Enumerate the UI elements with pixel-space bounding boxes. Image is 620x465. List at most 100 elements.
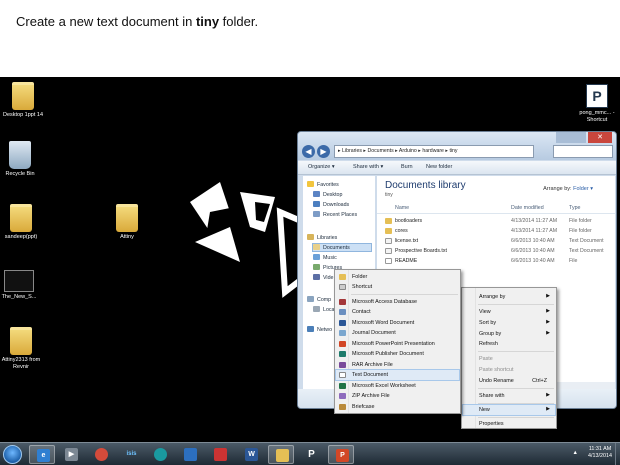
new-item-rar-archive[interactable]: RAR Archive File [336, 360, 459, 370]
menu-item-group-by[interactable]: Group by ▶ [463, 329, 555, 339]
taskbar-arduino[interactable] [147, 445, 173, 464]
desktop-icon-attiny2313[interactable]: Attiny2313 from Revnir [0, 327, 44, 370]
nav-libraries[interactable]: Libraries [307, 234, 337, 241]
new-item-briefcase[interactable]: Briefcase [336, 402, 459, 412]
videos-icon [313, 274, 320, 280]
column-divider [377, 213, 615, 214]
desktop-icon-attiny[interactable]: Attiny [104, 204, 150, 241]
breadcrumb-hardware[interactable]: hardware [422, 148, 444, 154]
title-bar[interactable]: ✕ ◀ ▶ ▸ Libraries ▸ Documents ▸ Arduino … [298, 132, 616, 160]
table-row[interactable]: bootloaders 4/13/2014 11:27 AM File fold… [377, 217, 615, 226]
address-bar[interactable]: ▸ Libraries ▸ Documents ▸ Arduino ▸ hard… [334, 145, 534, 158]
excel-icon [339, 383, 346, 389]
new-item-powerpoint[interactable]: Microsoft PowerPoint Presentation [336, 339, 459, 349]
new-item-excel-worksheet[interactable]: Microsoft Excel Worksheet [336, 381, 459, 391]
taskbar-media-player[interactable]: ▶ [58, 445, 84, 464]
share-with-button[interactable]: Share with ▾ [353, 164, 383, 170]
network-icon [307, 326, 314, 332]
new-item-publisher[interactable]: Microsoft Publisher Document [336, 349, 459, 359]
organize-button[interactable]: Organize ▾ [308, 164, 335, 170]
search-input[interactable] [553, 145, 613, 158]
menu-item-view[interactable]: View ▶ [463, 307, 555, 317]
arrange-by-value[interactable]: Folder ▾ [573, 186, 593, 192]
taskbar-ie[interactable]: e [29, 445, 55, 464]
taskbar-explorer[interactable] [268, 445, 294, 464]
menu-item-paste[interactable]: Paste [463, 354, 555, 364]
nav-recent-places[interactable]: Recent Places [313, 211, 357, 218]
min-max-buttons[interactable] [556, 132, 586, 143]
new-submenu[interactable]: Folder Shortcut Microsoft Access Databas… [334, 269, 461, 414]
nav-local-disk[interactable]: Loca [313, 306, 335, 313]
context-menu[interactable]: Arrange by ▶ View ▶ Sort by ▶ Group by ▶ Ref… [461, 287, 557, 429]
column-header-name[interactable]: Name [395, 205, 409, 211]
new-item-word-document[interactable]: Microsoft Word Document [336, 318, 459, 328]
menu-item-new[interactable]: New ▶ [462, 404, 556, 416]
taskbar: e ▶ isis W P P ▲ 11:31 AM 4/13/2014 [0, 442, 620, 465]
nav-downloads[interactable]: Downloads [313, 201, 349, 208]
desktop-icon-sandeep[interactable]: sandeep(ppt) [0, 204, 44, 241]
table-row[interactable]: license.txt 6/6/2013 10:40 AM Text Docum… [377, 237, 615, 246]
breadcrumb-arduino[interactable]: Arduino [399, 148, 417, 154]
menu-separator [478, 403, 554, 404]
show-desktop-button[interactable] [615, 443, 620, 465]
nav-videos[interactable]: Vide [313, 274, 334, 281]
table-row[interactable]: Prospective Boards.txt 6/6/2013 10:40 AM… [377, 247, 615, 256]
new-item-contact[interactable]: Contact [336, 307, 459, 317]
new-item-shortcut[interactable]: Shortcut [336, 282, 459, 292]
nav-music[interactable]: Music [313, 254, 337, 261]
burn-button[interactable]: Burn [401, 164, 413, 170]
nav-desktop[interactable]: Desktop [313, 191, 342, 198]
nav-documents[interactable]: Documents [312, 243, 372, 252]
new-item-journal-document[interactable]: Journal Document [336, 328, 459, 338]
menu-item-sort-by[interactable]: Sort by ▶ [463, 318, 555, 328]
menu-item-undo-rename[interactable]: Undo Rename Ctrl+Z [463, 376, 555, 386]
text-file-icon [385, 238, 392, 244]
taskbar-isis[interactable]: isis [118, 445, 144, 464]
menu-separator [478, 417, 554, 418]
new-item-folder[interactable]: Folder [336, 272, 459, 282]
menu-item-paste-shortcut[interactable]: Paste shortcut [463, 365, 555, 375]
media-player-icon: ▶ [65, 448, 78, 461]
table-row[interactable]: README 6/6/2013 10:40 AM File [377, 257, 615, 266]
taskbar-p-app[interactable]: P [298, 445, 324, 464]
taskbar-word[interactable]: W [238, 445, 264, 464]
new-item-text-document[interactable]: Text Document [335, 369, 460, 381]
new-item-access-database[interactable]: Microsoft Access Database [336, 297, 459, 307]
taskbar-app-blue[interactable] [177, 445, 203, 464]
arrange-by-control[interactable]: Arrange by: Folder ▾ [543, 186, 593, 192]
forward-button[interactable]: ▶ [317, 145, 330, 158]
desktop-icon-the-new-s[interactable]: The_New_S... [0, 270, 42, 301]
menu-item-refresh[interactable]: Refresh [463, 339, 555, 349]
taskbar-powerpoint[interactable]: P [328, 445, 354, 464]
menu-item-share-with[interactable]: Share with ▶ [463, 391, 555, 401]
menu-item-arrange-by[interactable]: Arrange by ▶ [463, 292, 555, 302]
back-button[interactable]: ◀ [302, 145, 315, 158]
tray-overflow-icon[interactable]: ▲ [573, 450, 578, 456]
column-header-type[interactable]: Type [569, 205, 580, 211]
desktop-icon-desktop-1ppt[interactable]: Desktop 1ppt 14 [0, 82, 46, 119]
table-row[interactable]: cores 4/13/2014 11:27 AM File folder [377, 227, 615, 236]
start-button[interactable] [3, 445, 22, 464]
nav-favorites[interactable]: Favorites [307, 181, 339, 188]
desktop-icon-pong-shortcut[interactable]: P pong_mmc... - Shortcut [574, 84, 620, 123]
breadcrumb-tiny[interactable]: tiny [449, 148, 457, 154]
shortcut-icon [4, 270, 34, 292]
new-folder-button[interactable]: New folder [426, 164, 452, 170]
menu-item-properties[interactable]: Properties [463, 419, 555, 429]
taskbar-app-red[interactable] [207, 445, 233, 464]
breadcrumb-libraries[interactable]: Libraries [342, 148, 362, 154]
taskbar-chrome[interactable] [88, 445, 114, 464]
nav-computer[interactable]: Comp [307, 296, 331, 303]
breadcrumb-documents[interactable]: Documents [367, 148, 393, 154]
column-header-date[interactable]: Date modified [511, 205, 544, 211]
new-item-zip-archive[interactable]: ZIP Archive File [336, 391, 459, 401]
desktop-icon-recycle-bin[interactable]: Recycle Bin [0, 141, 43, 178]
command-bar: Organize ▾ Share with ▾ Burn New folder [298, 161, 616, 175]
close-button[interactable]: ✕ [588, 132, 612, 143]
clock[interactable]: 11:31 AM 4/13/2014 [588, 446, 612, 460]
nav-network[interactable]: Netwo [307, 326, 332, 333]
disk-icon [313, 306, 320, 312]
clock-time: 11:31 AM [588, 446, 612, 452]
journal-icon [339, 330, 346, 336]
documents-icon [313, 244, 320, 250]
